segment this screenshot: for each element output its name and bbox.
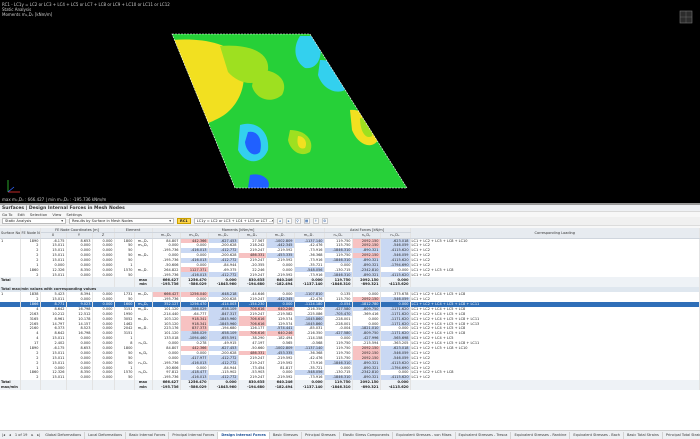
table-cell[interactable] — [40, 384, 67, 390]
page-indicator: 1 of 19 — [14, 433, 28, 437]
navigation-cube-icon[interactable] — [677, 8, 695, 26]
tab-item[interactable]: Basic Total Strains — [624, 431, 663, 439]
table-cell[interactable]: min — [134, 384, 153, 390]
tab-item[interactable]: Local Deformations — [85, 431, 127, 439]
tab-item[interactable]: Equivalent Stresses - Rankine — [511, 431, 571, 439]
table-cell[interactable]: -182.494 — [266, 384, 295, 390]
table-cell[interactable]: max/min — [0, 384, 21, 390]
menu-go-to[interactable]: Go To — [2, 212, 12, 217]
load-combination-badge: RC1 — [177, 218, 191, 224]
table-cell[interactable]: -1137.140 — [294, 384, 325, 390]
chevron-down-icon: ▾ — [169, 219, 171, 223]
tab-item[interactable]: Basic Stresses — [270, 431, 302, 439]
coordinate-axes-icon — [7, 180, 20, 193]
tab-item[interactable]: Equivalent Stresses - Tresca — [456, 431, 512, 439]
tab-item[interactable]: Equivalent Stresses - Bach — [570, 431, 625, 439]
table-cell[interactable]: -194.680 — [238, 384, 267, 390]
min-max-readout: max mₓ,Dₓ : 666.427 | min mₓ,Dₓ : -195.7… — [2, 197, 107, 202]
results-table-container[interactable]: Surface No. FE Node No. FE Node Coordina… — [0, 228, 700, 430]
filter-icon[interactable]: ⚲ — [294, 218, 301, 224]
total-row[interactable]: max/min min -195.736 -586.029 -1845.960 -194.… — [0, 384, 700, 390]
tab-item[interactable]: Equivalent Stresses - von Mises — [393, 431, 456, 439]
results-panel: Surfaces | Design Internal Forces in Mes… — [0, 205, 700, 439]
menu-settings[interactable]: Settings — [66, 212, 82, 217]
table-cell[interactable] — [66, 384, 93, 390]
table-cell[interactable] — [114, 384, 135, 390]
results-table-body: 1 1890 -6.175 8.653 0.000 1800 mₓ,Dₓ 84.807 442.… — [0, 238, 700, 390]
analysis-type-select[interactable]: Static Analysis ▾ — [2, 218, 66, 224]
panel-title: Surfaces | Design Internal Forces in Mes… — [0, 205, 700, 212]
table-cell[interactable]: -1846.310 — [324, 384, 353, 390]
tab-item[interactable]: Principal Total Strains — [663, 432, 700, 439]
results-table: Surface No. FE Node No. FE Node Coordina… — [0, 228, 700, 390]
tab-item[interactable]: Design Internal Forces — [218, 431, 270, 439]
tab-item[interactable]: Principal Stresses — [302, 431, 340, 439]
contour-zone-yellow-lower-left — [198, 149, 222, 182]
menu-edit[interactable]: Edit — [17, 212, 24, 217]
result-tabs-bar: |◂ ◂ 1 of 19 ▸ ▸| Global Deformations Loc… — [0, 430, 700, 439]
last-page-icon[interactable]: ▸| — [35, 433, 42, 437]
next-icon[interactable]: ▸ — [285, 218, 292, 224]
table-cell[interactable]: -586.029 — [180, 384, 209, 390]
table-cell[interactable] — [20, 384, 41, 390]
tab-item[interactable]: Principal Internal Forces — [169, 431, 219, 439]
header-fe-node[interactable]: FE Node No. — [20, 228, 41, 239]
chevron-down-icon: ▾ — [272, 219, 274, 223]
table-cell[interactable]: -4115.620 — [380, 384, 411, 390]
menu-selection[interactable]: Selection — [30, 212, 48, 217]
surface-contour-plot[interactable] — [0, 0, 700, 203]
model-viewport[interactable]: RC1 - LC1y = LC2 or LC3 + LC4 + LC5 or L… — [0, 0, 700, 203]
tab-item[interactable]: Global Deformations — [42, 431, 86, 439]
table-icon[interactable]: ▦ — [303, 218, 310, 224]
results-type-select[interactable]: Results by Surface in Mesh Nodes ▾ — [69, 218, 174, 224]
export-icon[interactable]: ⇪ — [312, 218, 319, 224]
previous-icon[interactable]: ◂ — [276, 218, 283, 224]
table-cell[interactable]: -890.321 — [352, 384, 381, 390]
load-combination-select[interactable]: LC1y = LC2 or LC3 + LC4 + LC5 or LC7 ...… — [193, 218, 274, 224]
settings-icon[interactable]: ⚙ — [321, 218, 328, 224]
table-cell[interactable]: -1845.960 — [208, 384, 239, 390]
contour-zone-red — [209, 160, 217, 179]
table-cell[interactable] — [410, 384, 700, 390]
chevron-down-icon: ▾ — [61, 219, 63, 223]
load-combination-value: LC1y = LC2 or LC3 + LC4 + LC5 or LC7 ... — [196, 219, 272, 223]
analysis-type-value: Static Analysis — [5, 219, 32, 223]
tab-item[interactable]: Basic Internal Forces — [126, 431, 170, 439]
tab-list: Global Deformations Local Deformations Bas… — [42, 431, 700, 439]
header-corresponding-loading[interactable]: Corresponding Loading — [410, 228, 700, 239]
table-cell[interactable] — [92, 384, 115, 390]
first-page-icon[interactable]: |◂ — [0, 433, 7, 437]
header-surface[interactable]: Surface No. — [0, 228, 21, 239]
menu-view[interactable]: View — [52, 212, 61, 217]
results-type-value: Results by Surface in Mesh Nodes — [72, 219, 133, 223]
table-cell[interactable]: -195.736 — [152, 384, 181, 390]
panel-toolbar: Static Analysis ▾ Results by Surface in M… — [0, 217, 700, 226]
tab-item[interactable]: Elastic Stress Components — [340, 431, 394, 439]
